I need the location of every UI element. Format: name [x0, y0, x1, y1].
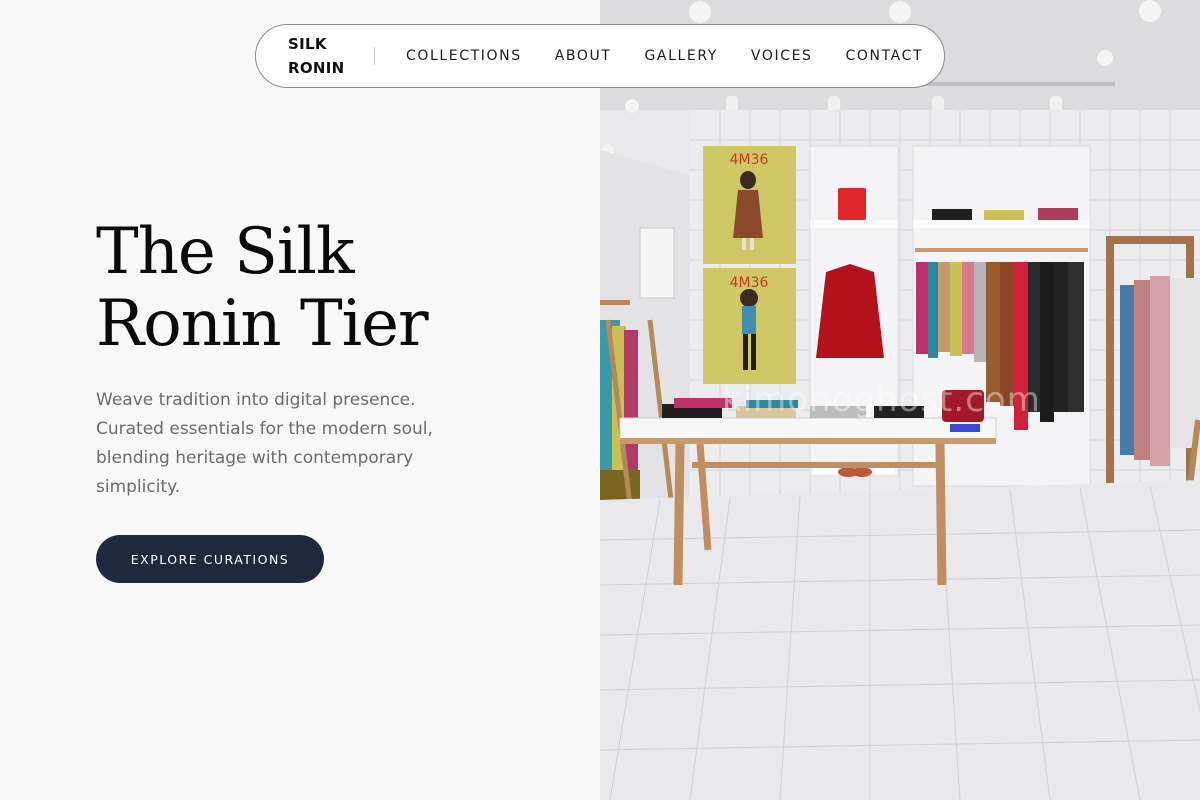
hero-headline: The Silk Ronin Tier: [96, 216, 536, 360]
nav-link-voices[interactable]: VOICES: [751, 48, 813, 64]
display-table: [619, 417, 997, 441]
hero-headline-line-1: The Silk: [96, 215, 355, 289]
red-jacket: [816, 264, 884, 358]
tiled-floor: [600, 480, 1200, 800]
explore-curations-button[interactable]: EXPLORE CURATIONS: [96, 535, 324, 583]
brand-line-1: SILK: [288, 35, 327, 53]
poster-top-text: 4M36: [730, 152, 769, 168]
nav-link-collections[interactable]: COLLECTIONS: [406, 48, 522, 64]
nav-link-contact[interactable]: CONTACT: [846, 48, 924, 64]
nav-links: COLLECTIONS ABOUT GALLERY VOICES CONTACT: [406, 48, 923, 64]
nav-divider: [374, 47, 375, 65]
poster-bottom-text: 4M36: [730, 275, 769, 291]
top-navbar: SILK RONIN COLLECTIONS ABOUT GALLERY VOI…: [255, 24, 945, 88]
brand-line-2: RONIN: [288, 59, 345, 77]
nav-link-gallery[interactable]: GALLERY: [644, 48, 717, 64]
brand-logo[interactable]: SILK RONIN: [288, 32, 352, 80]
hero-headline-line-2: Ronin Tier: [96, 287, 429, 361]
nav-link-about[interactable]: ABOUT: [555, 48, 612, 64]
watermark: kimonoghost.com: [722, 380, 1041, 420]
hero-tagline: Weave tradition into digital presence. C…: [96, 390, 433, 497]
